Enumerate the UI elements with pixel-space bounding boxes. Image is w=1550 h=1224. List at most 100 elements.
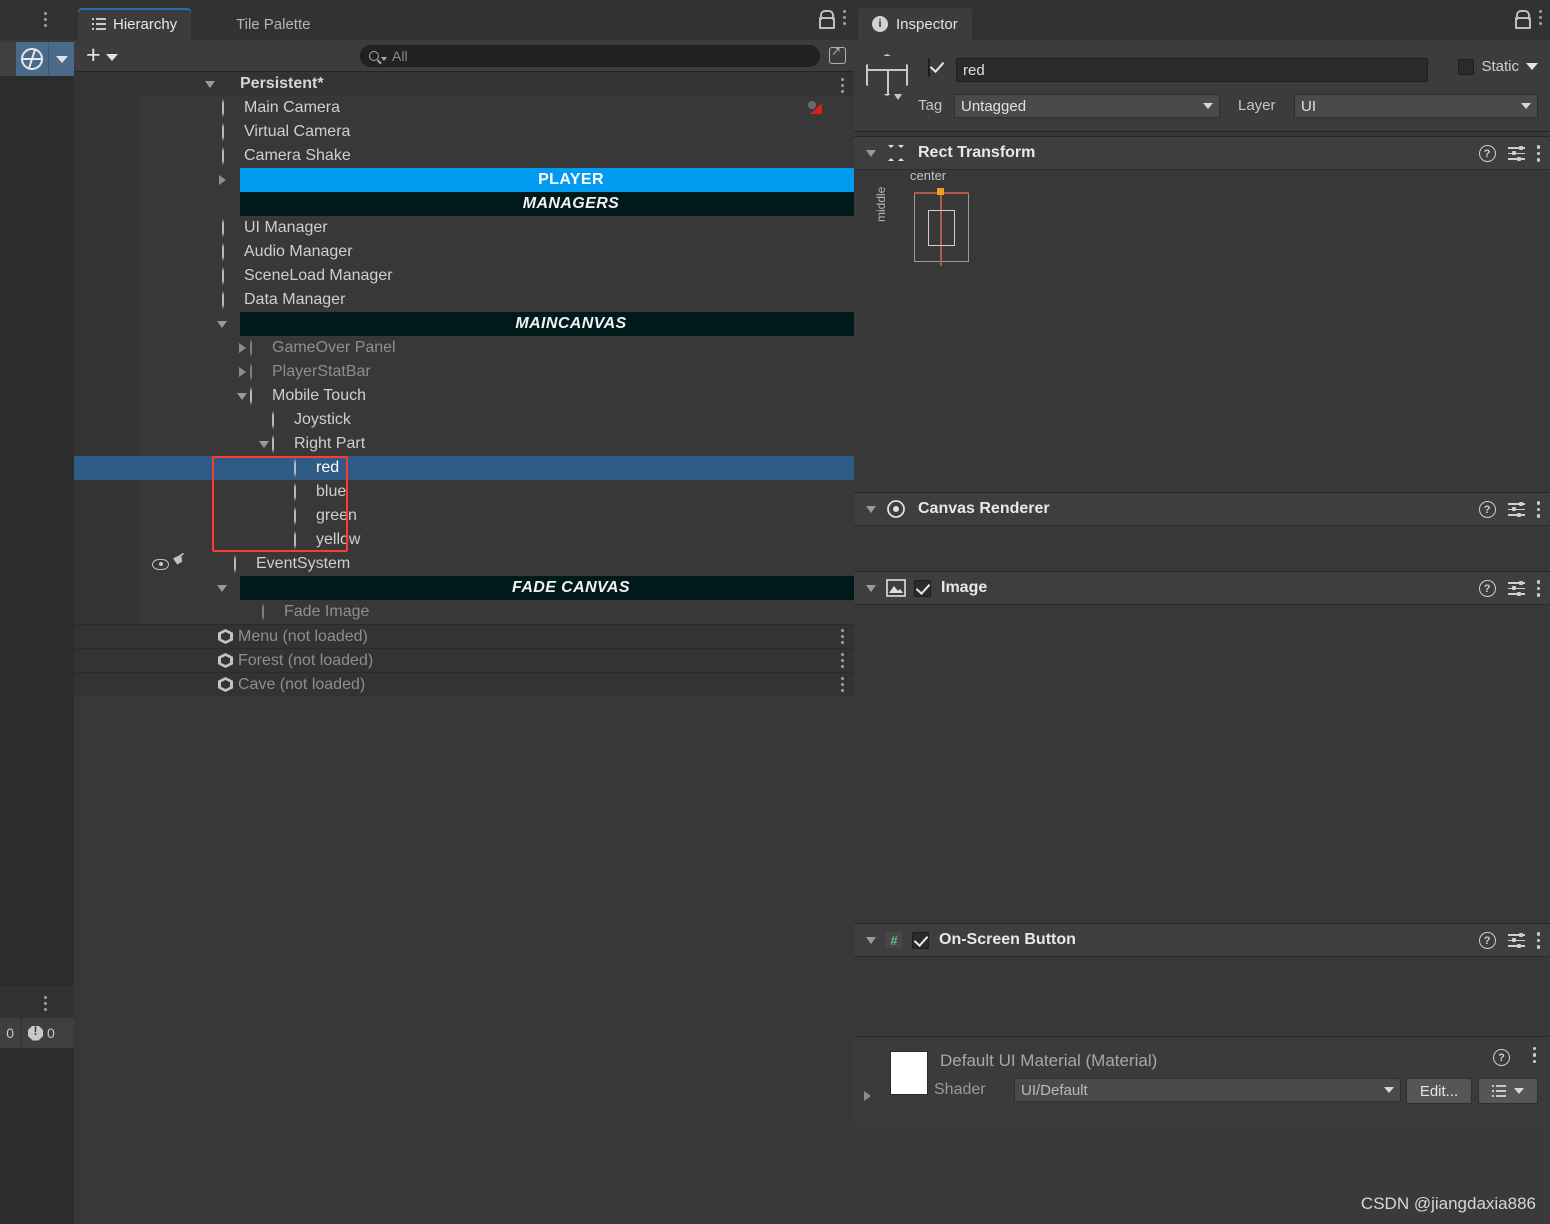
twisty-right-icon[interactable]	[234, 360, 250, 384]
list-item[interactable]: blue	[74, 480, 854, 504]
shader-edit-button[interactable]: Edit...	[1406, 1078, 1472, 1104]
lock-icon[interactable]	[1515, 10, 1531, 29]
list-item[interactable]: Joystick	[74, 408, 854, 432]
search-input[interactable]: All	[360, 45, 820, 67]
component-kebab-icon[interactable]	[1536, 501, 1540, 518]
static-checkbox[interactable]	[1458, 58, 1475, 75]
tab-inspector[interactable]: i Inspector	[858, 8, 972, 40]
tab-hierarchy[interactable]: Hierarchy	[78, 8, 192, 40]
lock-icon[interactable]	[819, 10, 835, 29]
hierarchy-kebab-icon[interactable]	[843, 10, 846, 25]
scene-kebab-icon[interactable]	[841, 677, 844, 692]
help-icon[interactable]: ?	[1478, 145, 1496, 162]
help-icon[interactable]: ?	[1478, 501, 1496, 518]
twisty-down-icon[interactable]	[202, 72, 218, 96]
pivot-dropdown-button[interactable]	[48, 42, 74, 76]
gameobject-icon	[294, 506, 311, 526]
list-item[interactable]: EventSystem	[74, 552, 854, 576]
list-item[interactable]: Fade Image	[74, 600, 854, 624]
inspector-kebab-icon[interactable]	[1539, 10, 1542, 25]
scene-kebab-icon[interactable]	[841, 78, 844, 93]
static-toggle-group[interactable]: Static	[1458, 58, 1538, 75]
list-item[interactable]: green	[74, 504, 854, 528]
twisty-down-icon[interactable]	[256, 432, 272, 456]
list-item[interactable]: Main Camera	[74, 96, 854, 120]
search-expand-icon[interactable]	[829, 44, 846, 64]
tag-dropdown[interactable]: Untagged	[954, 94, 1220, 118]
scene-kebab-icon[interactable]	[841, 629, 844, 644]
console-kebab-icon[interactable]	[44, 996, 47, 1011]
list-item[interactable]: red	[74, 456, 854, 480]
preset-icon[interactable]	[1507, 501, 1525, 517]
twisty-right-icon[interactable]	[864, 1091, 871, 1101]
list-item[interactable]: Persistent*	[74, 72, 854, 96]
component-header-image[interactable]: Image ?	[854, 571, 1550, 605]
twisty-down-icon[interactable]	[866, 936, 876, 944]
twisty-down-icon[interactable]	[234, 384, 250, 408]
preset-icon[interactable]	[1507, 580, 1525, 596]
list-item-label: green	[316, 507, 357, 524]
list-item-scene[interactable]: Forest (not loaded)	[74, 648, 854, 672]
list-item-label: yellow	[316, 531, 361, 548]
list-item[interactable]: Audio Manager	[74, 240, 854, 264]
layer-dropdown[interactable]: UI	[1294, 94, 1538, 118]
list-item-scene[interactable]: Menu (not loaded)	[74, 624, 854, 648]
list-item-fadecanvas-section[interactable]: FADE CANVAS	[74, 576, 902, 600]
list-item-label: EventSystem	[256, 555, 351, 572]
list-item[interactable]: GameOver Panel	[74, 336, 854, 360]
preset-icon[interactable]	[1507, 932, 1525, 948]
info-count-cell[interactable]: 0	[0, 1018, 20, 1048]
shader-list-button[interactable]	[1478, 1078, 1538, 1104]
hierarchy-toolbar: + All	[74, 40, 854, 72]
on-screen-button-enabled-checkbox[interactable]	[912, 931, 929, 949]
twisty-down-icon[interactable]	[214, 576, 230, 600]
help-icon[interactable]: ?	[1478, 580, 1496, 597]
gameobject-name-value: red	[963, 61, 985, 79]
image-enabled-checkbox[interactable]	[914, 579, 931, 597]
anchor-preset-top-label: center	[910, 168, 947, 183]
gameobject-icon	[222, 98, 239, 118]
list-item-managers-section[interactable]: MANAGERS	[74, 192, 902, 216]
twisty-down-icon[interactable]	[866, 505, 876, 513]
component-header-on-screen-button[interactable]: # On-Screen Button ?	[854, 923, 1550, 957]
list-item[interactable]: Camera Shake	[74, 144, 854, 168]
twisty-right-icon[interactable]	[214, 168, 230, 192]
list-item[interactable]: SceneLoad Manager	[74, 264, 854, 288]
gameobject-name-field[interactable]: red	[956, 58, 1428, 82]
list-item-maincanvas-section[interactable]: MAINCANVAS	[74, 312, 902, 336]
component-kebab-icon[interactable]	[1536, 580, 1540, 597]
help-icon[interactable]: ?	[1478, 932, 1496, 949]
twisty-down-icon[interactable]	[214, 312, 230, 336]
component-header-rect-transform[interactable]: Rect Transform ?	[854, 136, 1550, 170]
gameobject-enabled-checkbox[interactable]	[928, 58, 930, 77]
list-item[interactable]: PlayerStatBar	[74, 360, 854, 384]
twisty-down-icon[interactable]	[866, 149, 876, 157]
chevron-down-icon[interactable]	[1526, 63, 1538, 70]
tab-tile-palette[interactable]: Tile Palette	[222, 8, 324, 40]
component-kebab-icon[interactable]	[1536, 932, 1540, 949]
material-kebab-icon[interactable]	[1532, 1047, 1536, 1064]
list-item[interactable]: yellow	[74, 528, 854, 552]
list-item[interactable]: Data Manager	[74, 288, 854, 312]
create-gameobject-button[interactable]: +	[86, 43, 118, 68]
error-count-cell[interactable]: 0	[22, 1018, 74, 1048]
search-icon	[369, 51, 379, 61]
list-item-scene[interactable]: Cave (not loaded)	[74, 672, 854, 696]
scene-view-kebab-icon[interactable]	[44, 12, 47, 27]
shader-dropdown[interactable]: UI/Default	[1014, 1078, 1401, 1102]
scene-kebab-icon[interactable]	[841, 653, 844, 668]
anchor-preset-widget[interactable]: center middle	[874, 168, 1016, 290]
list-item[interactable]: Virtual Camera	[74, 120, 854, 144]
gameobject-icon	[222, 242, 239, 262]
twisty-down-icon[interactable]	[866, 584, 876, 592]
list-item[interactable]: Mobile Touch	[74, 384, 854, 408]
list-item[interactable]: UI Manager	[74, 216, 854, 240]
preset-icon[interactable]	[1507, 145, 1525, 161]
list-item-player-section[interactable]: PLAYER	[74, 168, 902, 192]
component-header-canvas-renderer[interactable]: Canvas Renderer ?	[854, 492, 1550, 526]
twisty-right-icon[interactable]	[234, 336, 250, 360]
global-pivot-toggle[interactable]	[16, 42, 48, 76]
help-icon[interactable]: ?	[1493, 1049, 1510, 1066]
component-kebab-icon[interactable]	[1536, 145, 1540, 162]
list-item[interactable]: Right Part	[74, 432, 854, 456]
